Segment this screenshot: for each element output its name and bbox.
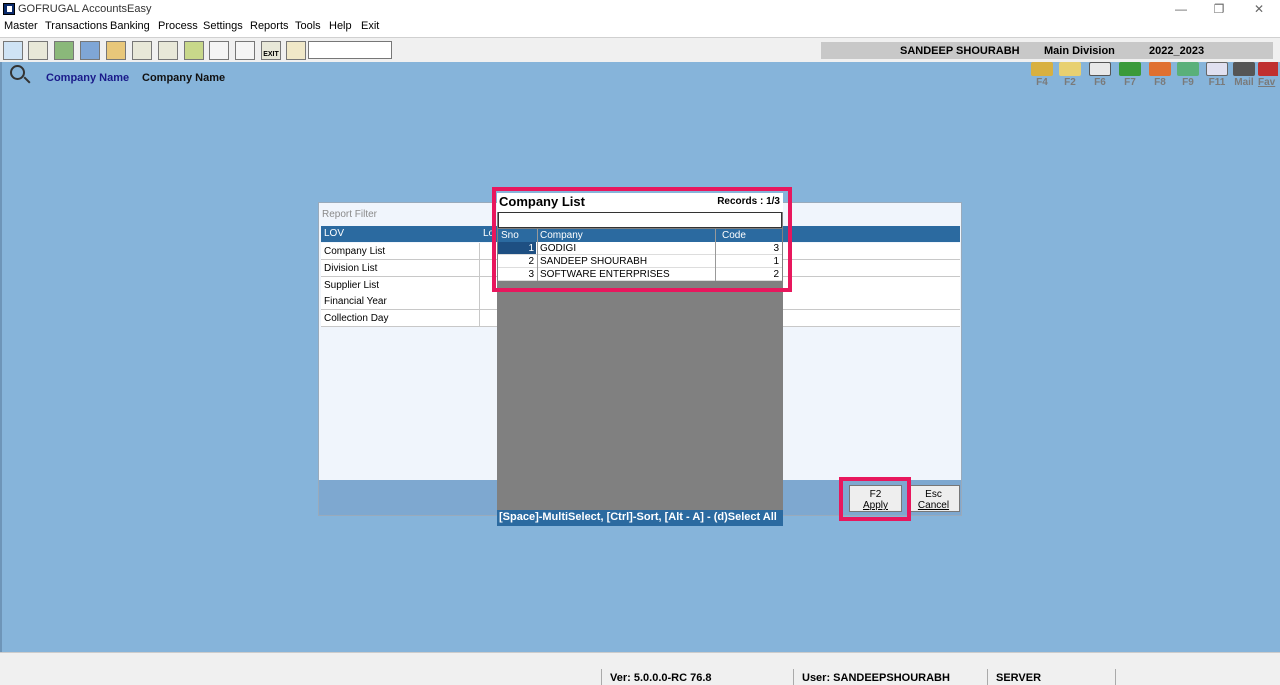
window-title: GOFRUGAL AccountsEasy — [18, 3, 152, 15]
cancel-label: Cancel — [917, 500, 950, 511]
ledger-icon[interactable] — [54, 41, 74, 60]
fkey-fav[interactable]: Fav — [1258, 62, 1278, 88]
menu-tools[interactable]: Tools — [295, 20, 321, 32]
close-button[interactable]: ✕ — [1249, 2, 1269, 16]
list-icon[interactable] — [235, 41, 255, 60]
fkey-f6[interactable]: F6 — [1088, 62, 1112, 88]
menu-master[interactable]: Master — [4, 20, 38, 32]
status-server: SERVER — [987, 669, 1115, 685]
search-icon[interactable] — [10, 65, 25, 80]
printer-icon[interactable] — [28, 41, 48, 60]
fkey-f7[interactable]: F7 — [1118, 62, 1142, 88]
cancel-key: Esc — [925, 489, 942, 500]
session-year: 2022_2023 — [1149, 45, 1205, 57]
folder-icon[interactable] — [106, 41, 126, 60]
app-logo-icon — [3, 3, 15, 15]
session-user: SANDEEP SHOURABH — [900, 45, 1020, 57]
menu-settings[interactable]: Settings — [203, 20, 243, 32]
session-info-bar: SANDEEP SHOURABH Main Division 2022_2023 — [821, 42, 1273, 59]
receipt-icon[interactable] — [132, 41, 152, 60]
breadcrumb-label: Company Name — [46, 72, 130, 84]
menu-exit[interactable]: Exit — [361, 20, 379, 32]
apply-button-highlight — [839, 477, 911, 521]
restore-button[interactable]: ❐ — [1209, 2, 1229, 16]
voucher-icon[interactable] — [158, 41, 178, 60]
cancel-button[interactable]: Esc Cancel — [907, 485, 960, 512]
wrench-icon — [1149, 62, 1171, 76]
company-list-highlight — [492, 187, 792, 292]
fkey-f8[interactable]: F8 — [1148, 62, 1172, 88]
fkey-mail[interactable]: Mail — [1232, 62, 1256, 88]
status-empty — [1115, 669, 1280, 685]
menu-bar: Master Transactions Banking Process Sett… — [0, 18, 1280, 36]
toolbar-search-input[interactable] — [308, 41, 392, 59]
pencil-icon[interactable] — [3, 41, 23, 60]
menu-reports[interactable]: Reports — [250, 20, 289, 32]
status-bar: Ver: 5.0.0.0-RC 76.8 User: SANDEEPSHOURA… — [0, 652, 1280, 685]
fkey-f11[interactable]: F11 — [1205, 62, 1229, 88]
company-list-shortcuts: [Space]-MultiSelect, [Ctrl]-Sort, [Alt -… — [497, 510, 783, 526]
check-icon[interactable] — [184, 41, 204, 60]
title-bar: GOFRUGAL AccountsEasy — ❐ ✕ — [0, 0, 1280, 18]
mail-icon — [1233, 62, 1255, 76]
contacts-icon[interactable] — [80, 41, 100, 60]
edit-icon — [1059, 62, 1081, 76]
fkey-f2[interactable]: F2 — [1058, 62, 1082, 88]
session-division: Main Division — [1044, 45, 1115, 57]
up-arrow-icon — [1119, 62, 1141, 76]
breadcrumb-value: Company Name — [142, 72, 226, 84]
toolbar: EXIT SANDEEP SHOURABH Main Division 2022… — [0, 37, 1280, 62]
minimize-button[interactable]: — — [1171, 2, 1191, 16]
favorite-icon — [1258, 62, 1278, 76]
menu-help[interactable]: Help — [329, 20, 352, 32]
fkey-f4[interactable]: F4 — [1030, 62, 1054, 88]
bar-chart-icon[interactable] — [286, 41, 306, 60]
tools-icon — [1031, 62, 1053, 76]
menu-transactions[interactable]: Transactions — [45, 20, 108, 32]
status-user: User: SANDEEPSHOURABH — [793, 669, 987, 685]
calculator-icon[interactable] — [209, 41, 229, 60]
report-filter-title: Report Filter — [322, 209, 378, 220]
exit-icon[interactable]: EXIT — [261, 41, 281, 60]
column-lov: LOV — [324, 228, 345, 239]
menu-banking[interactable]: Banking — [110, 20, 150, 32]
menu-process[interactable]: Process — [158, 20, 198, 32]
print-icon — [1089, 62, 1111, 76]
fkey-f9[interactable]: F9 — [1176, 62, 1200, 88]
notepad-icon — [1206, 62, 1228, 76]
refresh-icon — [1177, 62, 1199, 76]
status-version: Ver: 5.0.0.0-RC 76.8 — [601, 669, 793, 685]
